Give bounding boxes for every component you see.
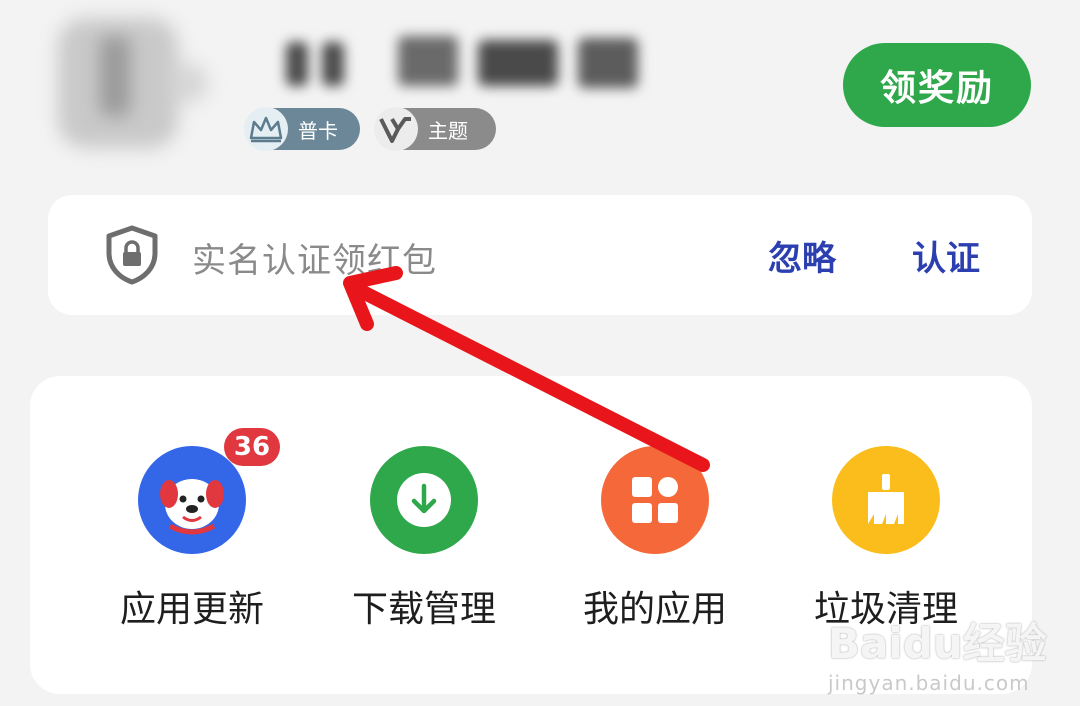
- download-icon: [370, 446, 478, 554]
- verification-prompt: 实名认证领红包: [192, 241, 437, 281]
- broom-icon: [832, 446, 940, 554]
- baidu-jingyan-watermark: Baidu经验 jingyan.baidu.com: [828, 610, 1047, 695]
- mascot-dog-icon: [138, 446, 246, 554]
- shortcut-label: 下载管理: [351, 589, 496, 630]
- real-name-verification-card[interactable]: 实名认证领红包 忽略 认证: [48, 195, 1032, 315]
- shortcut-download-manager[interactable]: 下载管理: [324, 440, 524, 640]
- shortcut-app-updates[interactable]: 36 应用更新: [92, 428, 292, 640]
- theme-badge[interactable]: 主题: [374, 107, 496, 151]
- crown-icon: [244, 107, 288, 151]
- vip-badge[interactable]: 普卡: [244, 107, 360, 151]
- shortcut-label: 我的应用: [582, 589, 727, 630]
- update-count-badge: 36: [224, 428, 280, 466]
- verify-button[interactable]: 认证: [912, 231, 980, 280]
- apps-grid-icon: [601, 446, 709, 554]
- watermark-logo-text: Baidu经验: [828, 619, 1047, 668]
- avatar-blurred[interactable]: [48, 8, 208, 158]
- theme-badge-label: 主题: [428, 118, 468, 143]
- ignore-button[interactable]: 忽略: [768, 231, 836, 280]
- claim-reward-button[interactable]: 领奖励: [843, 43, 1031, 127]
- watermark-url: jingyan.baidu.com: [828, 671, 1030, 695]
- shield-lock-icon: [104, 225, 160, 285]
- shortcut-label: 应用更新: [119, 589, 264, 630]
- v-logo-icon: [374, 107, 418, 151]
- shortcut-my-apps[interactable]: 我的应用: [555, 440, 755, 640]
- vip-badge-label: 普卡: [298, 118, 338, 143]
- username-blurred: [278, 30, 648, 94]
